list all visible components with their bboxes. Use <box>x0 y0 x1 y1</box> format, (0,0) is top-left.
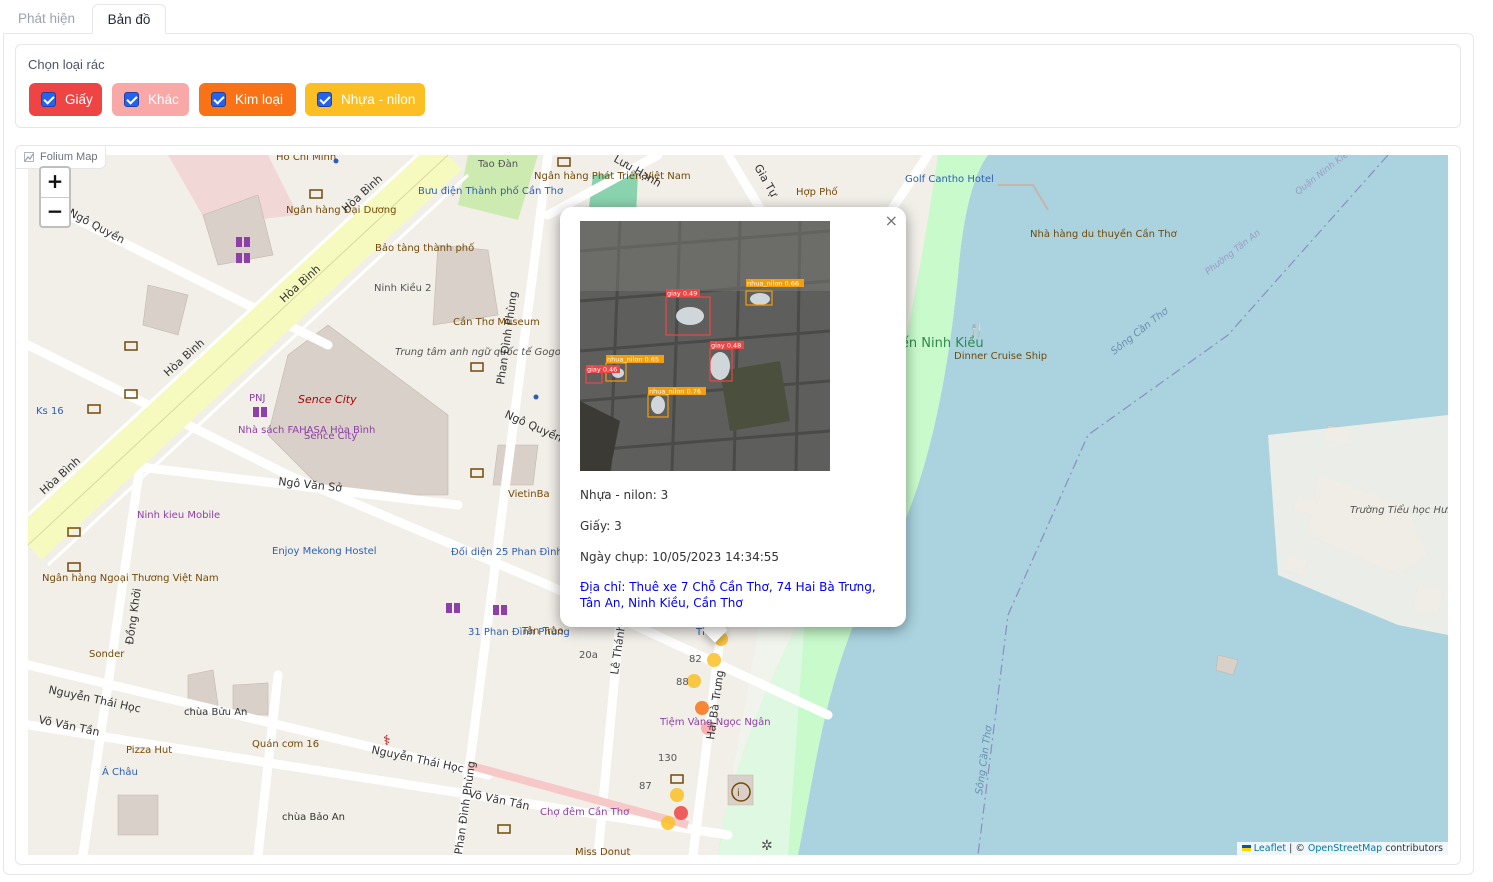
leaflet-link[interactable]: Leaflet <box>1254 843 1286 854</box>
folium-map-block: Folium Map 🍴 i ⚕ ✲ Hồ Chí Minh Ngân hàng… <box>15 145 1461 865</box>
checkbox-checked-icon[interactable] <box>41 92 56 107</box>
svg-text:nhua_nilon 0.65: nhua_nilon 0.65 <box>607 356 659 364</box>
svg-text:Cần Thơ Museum: Cần Thơ Museum <box>453 316 540 328</box>
popup-paper-count: Giấy: 3 <box>580 519 622 533</box>
svg-text:Phan Đình Phùng: Phan Đình Phùng <box>452 760 478 855</box>
svg-text:giay 0.48: giay 0.48 <box>711 342 741 350</box>
svg-text:Bưu điện Thành phố Cần Thơ: Bưu điện Thành phố Cần Thơ <box>418 185 564 197</box>
svg-text:Nguyễn Thái Học: Nguyễn Thái Học <box>370 743 465 775</box>
map-canvas[interactable]: 🍴 i ⚕ ✲ Hồ Chí Minh Ngân hàng Đại Dương … <box>28 155 1448 855</box>
svg-text:Sonder: Sonder <box>89 649 125 660</box>
svg-text:20a: 20a <box>579 650 598 661</box>
filter-nhua-nilon-label: Nhựa - nilon <box>341 92 416 107</box>
svg-text:Trung tâm anh ngữ quốc tế Gogo: Trung tâm anh ngữ quốc tế Gogo <box>395 345 561 358</box>
zoom-in-button[interactable]: + <box>41 168 69 198</box>
zoom-out-button[interactable]: − <box>41 198 69 227</box>
filter-kim-loai-checkbox[interactable]: Kim loại <box>199 83 296 116</box>
svg-text:i: i <box>737 788 740 799</box>
svg-text:Ninh Kiều 2: Ninh Kiều 2 <box>374 282 431 294</box>
svg-text:Ngô Quyền: Ngô Quyền <box>67 206 127 246</box>
svg-text:Sence City: Sence City <box>298 393 357 406</box>
osm-link[interactable]: OpenStreetMap <box>1308 843 1382 854</box>
trash-marker[interactable] <box>674 806 688 820</box>
filter-khac-checkbox[interactable]: Khác <box>112 83 189 116</box>
svg-text:Ks 16: Ks 16 <box>36 406 64 417</box>
trash-marker[interactable] <box>670 788 684 802</box>
checkbox-checked-icon[interactable] <box>211 92 226 107</box>
svg-text:VietinBa: VietinBa <box>508 489 550 500</box>
svg-text:nhua_nilon 0.76: nhua_nilon 0.76 <box>649 388 701 396</box>
svg-text:130: 130 <box>658 753 677 764</box>
svg-text:Pizza Hut: Pizza Hut <box>126 745 172 756</box>
svg-text:Tân Trào: Tân Trào <box>521 625 564 637</box>
svg-text:Ngân hàng Ngoại Thương Việt Na: Ngân hàng Ngoại Thương Việt Nam <box>42 572 219 584</box>
svg-text:88: 88 <box>676 677 689 688</box>
zoom-control: + − <box>39 166 71 228</box>
trash-info-popup: × giay 0.49 nhua_nilon 0.66 nhua_nilon 0… <box>560 207 906 627</box>
svg-text:Ninh kieu Mobile: Ninh kieu Mobile <box>137 510 220 521</box>
svg-text:chùa Bảo An: chùa Bảo An <box>282 811 345 823</box>
svg-text:Trường Tiểu học Hưng Phú 1: Trường Tiểu học Hưng Phú 1 <box>1350 503 1448 516</box>
trash-marker[interactable] <box>661 816 675 830</box>
svg-text:Miss Donut: Miss Donut <box>575 847 630 855</box>
svg-text:Ngân hàng Phát Triển Việt Nam: Ngân hàng Phát Triển Việt Nam <box>534 169 691 182</box>
svg-text:Á Châu: Á Châu <box>102 765 138 778</box>
tab-bar: Phát hiện Bản đồ <box>0 0 1493 34</box>
checkbox-checked-icon[interactable] <box>317 92 332 107</box>
filter-khac-label: Khác <box>148 92 179 107</box>
filter-giay-checkbox[interactable]: Giấy <box>29 83 102 116</box>
popup-close-button[interactable]: × <box>885 211 898 230</box>
svg-text:Nhà hàng du thuyền Cần Thơ: Nhà hàng du thuyền Cần Thơ <box>1030 228 1178 240</box>
popup-plastic-count: Nhựa - nilon: 3 <box>580 488 669 502</box>
detection-image: giay 0.49 nhua_nilon 0.66 nhua_nilon 0.6… <box>580 221 830 471</box>
svg-text:nhua_nilon 0.66: nhua_nilon 0.66 <box>747 280 799 288</box>
checkbox-checked-icon[interactable] <box>124 92 139 107</box>
svg-text:Bảo tàng thành phố: Bảo tàng thành phố <box>375 242 474 254</box>
filter-giay-label: Giấy <box>65 92 93 107</box>
svg-text:Quán cơm 16: Quán cơm 16 <box>252 738 319 750</box>
svg-text:Võ Văn Tần: Võ Văn Tần <box>467 787 530 813</box>
filter-kim-loai-label: Kim loại <box>235 92 284 107</box>
svg-text:Chợ đêm Cần Thơ: Chợ đêm Cần Thơ <box>540 806 630 818</box>
map-icon <box>24 152 34 162</box>
svg-text:Dinner Cruise Ship: Dinner Cruise Ship <box>954 351 1047 362</box>
svg-text:chùa Bửu An: chùa Bửu An <box>184 706 247 718</box>
svg-text:82: 82 <box>689 654 702 665</box>
svg-text:giay 0.46: giay 0.46 <box>587 366 617 374</box>
svg-text:Tao Đàn: Tao Đàn <box>477 158 518 170</box>
svg-text:Hợp Phố: Hợp Phố <box>796 186 838 198</box>
trash-marker[interactable] <box>707 653 721 667</box>
svg-text:Golf Cantho Hotel: Golf Cantho Hotel <box>905 174 994 185</box>
trash-marker[interactable] <box>687 674 701 688</box>
svg-text:Hồ Chí Minh: Hồ Chí Minh <box>276 155 336 163</box>
svg-text:Sence City: Sence City <box>304 431 357 442</box>
tab-map[interactable]: Bản đồ <box>92 4 166 34</box>
filter-title: Chọn loại rác <box>28 57 105 72</box>
ukraine-flag-icon <box>1241 845 1251 851</box>
trash-type-filter: Chọn loại rác Giấy Khác Kim loại Nhựa - … <box>15 44 1461 128</box>
svg-text:Enjoy Mekong Hostel: Enjoy Mekong Hostel <box>272 546 377 557</box>
svg-text:Đồng Khởi: Đồng Khởi <box>123 587 144 645</box>
popup-address-link[interactable]: Địa chỉ: Thuê xe 7 Chỗ Cần Thơ, 74 Hai B… <box>580 579 886 611</box>
svg-text:✲: ✲ <box>761 838 773 854</box>
filter-nhua-nilon-checkbox[interactable]: Nhựa - nilon <box>305 83 425 116</box>
map-attribution: Leaflet | © OpenStreetMap contributors <box>1236 842 1448 855</box>
popup-capture-date: Ngày chụp: 10/05/2023 14:34:55 <box>580 550 780 564</box>
svg-text:87: 87 <box>639 781 652 792</box>
svg-text:PNJ: PNJ <box>249 393 265 404</box>
svg-text:Lê Thánh: Lê Thánh <box>608 623 628 675</box>
svg-text:giay 0.49: giay 0.49 <box>667 290 697 298</box>
tab-detect[interactable]: Phát hiện <box>2 4 91 34</box>
